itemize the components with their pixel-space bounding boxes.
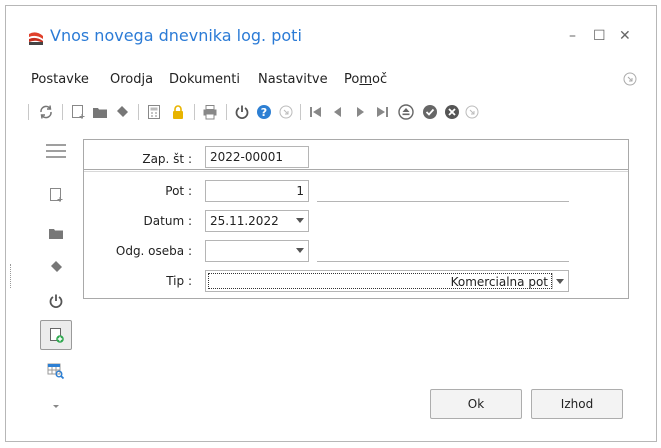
dropdown-separator <box>552 273 553 289</box>
menu-orodja[interactable]: Orodja <box>110 72 153 87</box>
folder-icon[interactable] <box>90 102 110 122</box>
toolbar-separator <box>62 104 63 120</box>
expand-down-icon[interactable] <box>40 392 72 422</box>
first-icon[interactable] <box>306 102 326 122</box>
add-record-icon[interactable] <box>40 320 72 350</box>
new-doc-icon[interactable] <box>40 180 72 210</box>
chevron-down-icon <box>556 279 564 284</box>
form-divider <box>84 171 628 172</box>
tip-value: Komercialna pot <box>208 273 552 289</box>
table-search-icon[interactable] <box>40 356 72 386</box>
minimize-button[interactable]: – <box>569 28 576 44</box>
datum-value: 25.11.2022 <box>210 214 279 228</box>
pot-label: Pot : <box>165 184 192 198</box>
new-doc-icon[interactable] <box>68 102 88 122</box>
print-icon[interactable] <box>200 102 220 122</box>
eraser-icon[interactable] <box>40 252 72 282</box>
ok-button[interactable]: Ok <box>430 389 522 419</box>
window-title: Vnos novega dnevnika log. poti <box>50 26 302 45</box>
odg-oseba-dropdown[interactable] <box>205 240 309 262</box>
eraser-icon[interactable] <box>112 102 132 122</box>
close-button[interactable]: ✕ <box>619 28 631 44</box>
eject-icon[interactable] <box>396 102 416 122</box>
chevron-down-icon <box>296 218 304 223</box>
toolbar-separator <box>138 104 139 120</box>
power-icon[interactable] <box>40 286 72 316</box>
arrow-icon[interactable] <box>276 102 296 122</box>
form-divider <box>84 169 628 170</box>
help-icon[interactable]: ? <box>254 102 274 122</box>
hamburger-menu-icon[interactable] <box>40 136 72 166</box>
form-panel: Zap. št : 2022-00001 Pot : 1 Datum : 25.… <box>83 139 629 299</box>
tip-dropdown[interactable]: Komercialna pot <box>205 270 569 292</box>
prev-icon[interactable] <box>328 102 348 122</box>
dialog-window: Vnos novega dnevnika log. poti – ☐ ✕ Pos… <box>5 5 657 442</box>
toolbar-separator <box>28 104 29 120</box>
confirm-icon[interactable] <box>420 102 440 122</box>
refresh-icon[interactable] <box>36 102 56 122</box>
odg-oseba-name-field[interactable] <box>317 261 569 262</box>
zap-field[interactable]: 2022-00001 <box>205 146 309 168</box>
lock-icon[interactable] <box>168 102 188 122</box>
power-icon[interactable] <box>232 102 252 122</box>
zap-label: Zap. št : <box>142 152 192 166</box>
pot-field[interactable]: 1 <box>205 180 309 202</box>
folder-icon[interactable] <box>40 218 72 248</box>
app-logo-icon <box>28 30 44 46</box>
side-toolbar <box>32 134 82 434</box>
menu-pomoc[interactable]: Pomoč <box>344 72 387 87</box>
arrow2-icon[interactable] <box>462 102 482 122</box>
last-icon[interactable] <box>372 102 392 122</box>
menu-dokumenti[interactable]: Dokumenti <box>169 72 240 87</box>
menu-pomoc-underlined: m <box>359 72 373 87</box>
toolbar-separator <box>194 104 195 120</box>
exit-button[interactable]: Izhod <box>531 389 623 419</box>
pot-description-field[interactable] <box>317 201 569 202</box>
next-icon[interactable] <box>350 102 370 122</box>
datum-dropdown[interactable]: 25.11.2022 <box>205 210 309 232</box>
collapse-menu-icon[interactable] <box>623 72 637 86</box>
maximize-button[interactable]: ☐ <box>593 28 606 44</box>
menu-bar: Postavke Orodja Dokumenti Nastavitve Pom… <box>6 72 656 92</box>
datum-label: Datum : <box>143 214 192 228</box>
odg-label: Odg. oseba : <box>115 244 192 258</box>
calculator-icon[interactable] <box>144 102 164 122</box>
menu-pomoc-suffix: oč <box>372 72 388 87</box>
toolbar-separator <box>226 104 227 120</box>
resize-grip[interactable] <box>10 264 11 288</box>
chevron-down-icon <box>296 248 304 253</box>
toolbar-separator <box>300 104 301 120</box>
menu-pomoc-prefix: Po <box>344 72 360 87</box>
menu-nastavitve[interactable]: Nastavitve <box>258 72 328 87</box>
toolbar: ? <box>6 102 656 128</box>
cancel-icon[interactable] <box>442 102 462 122</box>
tip-label: Tip : <box>166 274 192 288</box>
title-bar: Vnos novega dnevnika log. poti – ☐ ✕ <box>6 6 656 62</box>
menu-postavke[interactable]: Postavke <box>31 72 89 87</box>
svg-text:?: ? <box>261 106 267 119</box>
